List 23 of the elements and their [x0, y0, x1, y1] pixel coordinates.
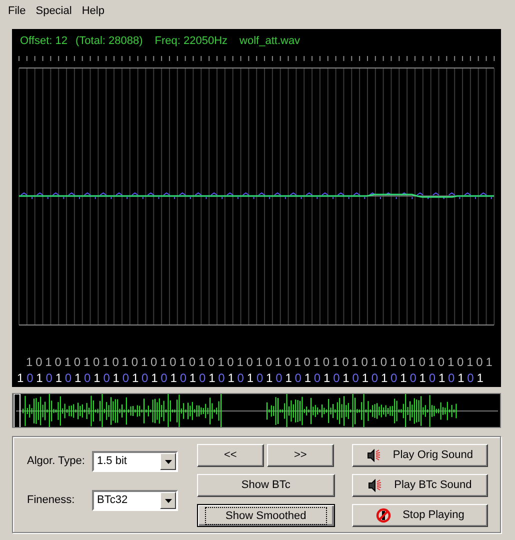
speaker-icon [366, 449, 381, 462]
button[interactable]: >> [266, 444, 334, 467]
field-label: Fineness: [27, 493, 76, 508]
frequency-readout: Freq: 22050Hz [154, 34, 228, 49]
offset-readout: Offset: 12 [20, 34, 68, 49]
file-name: wolf_att.wav [240, 34, 300, 49]
prohibition-icon [376, 508, 391, 523]
speaker-icon [368, 479, 382, 492]
dropdown[interactable]: 1.5 bit [92, 451, 178, 472]
button[interactable]: Play BTc Sound [352, 474, 488, 497]
dropdown[interactable]: BTc32 [92, 490, 178, 511]
menu-item[interactable]: Special [30, 2, 77, 20]
button[interactable]: Play Orig Sound [352, 444, 488, 467]
caret-icon [164, 460, 172, 464]
total-readout: (Total: 28088) [76, 34, 143, 49]
menu-item[interactable]: File [3, 2, 31, 20]
button[interactable]: Show BTc [196, 474, 335, 497]
button[interactable]: Show Smoothed [196, 504, 335, 527]
menu-item[interactable]: Help [76, 2, 110, 20]
caret-icon [164, 498, 172, 502]
field-label: Algor. Type: [27, 454, 86, 470]
button[interactable]: Stop Playing [352, 504, 488, 527]
button[interactable]: << [196, 444, 264, 467]
